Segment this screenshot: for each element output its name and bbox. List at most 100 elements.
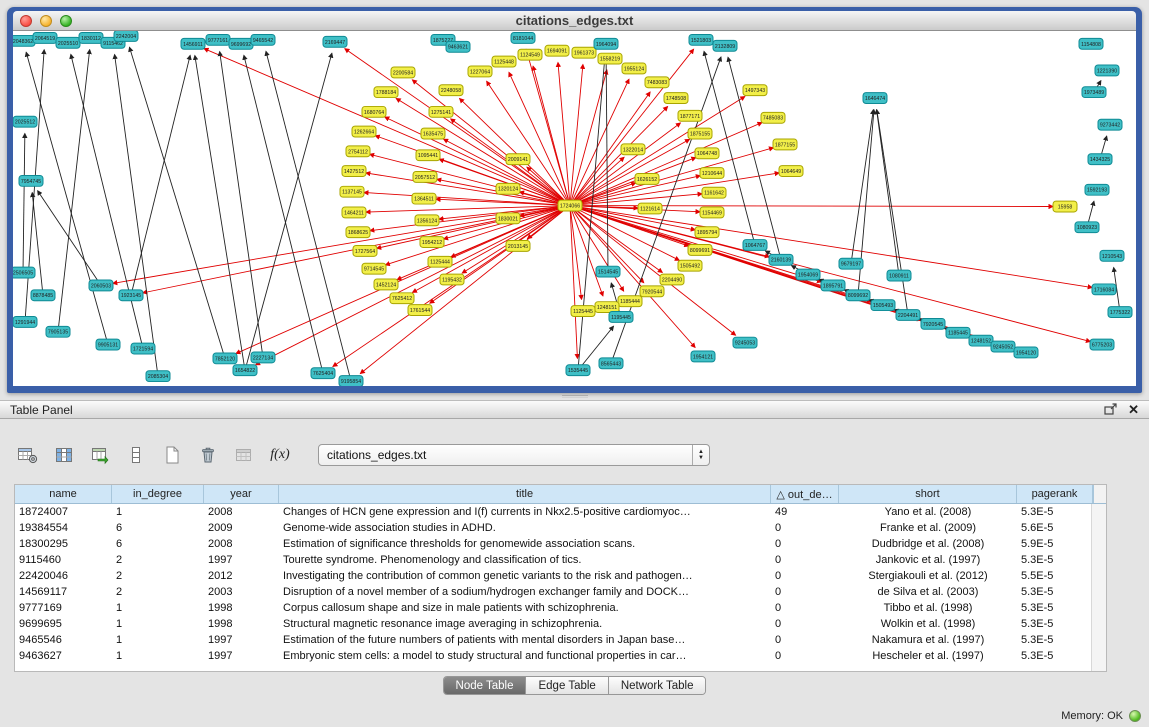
- graph-edge[interactable]: [71, 54, 143, 348]
- graph-node-label: 1124549: [520, 53, 540, 59]
- column-header-out_de[interactable]: △ out_de…: [771, 485, 839, 503]
- table-cell: 2008: [204, 538, 279, 550]
- table-cell: 1: [112, 650, 204, 662]
- graph-node-label: 7483083: [647, 80, 667, 86]
- table-row[interactable]: 1938455462009Genome-wide association stu…: [15, 520, 1106, 536]
- graph-node-label: 2204490: [662, 278, 682, 284]
- table-cell: 9115460: [15, 554, 112, 566]
- graph-edge[interactable]: [220, 52, 263, 358]
- graph-edge[interactable]: [412, 80, 570, 206]
- table-selector-combo[interactable]: citations_edges.txt ▲ ▼: [318, 444, 710, 466]
- table-row[interactable]: 977716911998Corpus callosum shape and si…: [15, 600, 1106, 616]
- column-header-in_degree[interactable]: in_degree: [112, 485, 204, 503]
- graph-node-label: 1788184: [376, 90, 396, 96]
- graph-edge[interactable]: [204, 49, 570, 206]
- table-cell: 0: [771, 522, 839, 534]
- graph-node-label: 1322014: [623, 147, 643, 153]
- delete-table-icon[interactable]: [196, 444, 220, 466]
- graph-node-label: 9245053: [735, 341, 755, 347]
- table-header-row: namein_degreeyeartitle△ out_de…shortpage…: [15, 485, 1106, 504]
- tab-network-table[interactable]: Network Table: [608, 677, 706, 694]
- network-canvas[interactable]: 1724066220058417881841680764126266427541…: [13, 31, 1136, 386]
- memory-status-indicator: [1129, 710, 1141, 722]
- graph-edge[interactable]: [256, 206, 570, 365]
- close-window-button[interactable]: [20, 15, 32, 27]
- new-table-icon[interactable]: [160, 444, 184, 466]
- graph-node-label: 9465542: [253, 38, 273, 44]
- column-header-short[interactable]: short: [839, 485, 1017, 503]
- graph-edge[interactable]: [245, 53, 332, 370]
- table-selector-value: citations_edges.txt: [319, 448, 692, 462]
- table-options-icon[interactable]: [16, 444, 40, 466]
- graph-node-label: 1761544: [410, 308, 430, 314]
- column-header-pagerank[interactable]: pagerank: [1017, 485, 1093, 503]
- show-columns-icon[interactable]: [52, 444, 76, 466]
- panel-splitter[interactable]: [0, 393, 1149, 400]
- graph-node-label: 2009141: [508, 157, 528, 163]
- graph-edge[interactable]: [877, 110, 899, 276]
- close-panel-icon[interactable]: ✕: [1128, 402, 1139, 418]
- column-header-name[interactable]: name: [15, 485, 112, 503]
- graph-edge[interactable]: [570, 206, 662, 273]
- graph-edge[interactable]: [129, 47, 225, 358]
- table-row[interactable]: 1830029562008Estimation of significance …: [15, 536, 1106, 552]
- table-row[interactable]: 2242004622012Investigating the contribut…: [15, 568, 1106, 584]
- graph-edge[interactable]: [266, 51, 351, 381]
- graph-edge[interactable]: [570, 206, 582, 300]
- graph-node-label: 2248058: [441, 88, 461, 94]
- graph-edge[interactable]: [195, 56, 245, 371]
- graph-edge[interactable]: [58, 50, 90, 332]
- table-row[interactable]: 911546021997Tourette syndrome. Phenomeno…: [15, 552, 1106, 568]
- graph-edge[interactable]: [385, 117, 570, 206]
- graph-edge[interactable]: [606, 56, 608, 272]
- table-row[interactable]: 946554611997Estimation of the future num…: [15, 632, 1106, 648]
- column-header-year[interactable]: year: [204, 485, 279, 503]
- graph-edge[interactable]: [131, 55, 190, 295]
- minimize-window-button[interactable]: [40, 15, 52, 27]
- graph-node-label: 1356124: [417, 218, 437, 224]
- graph-node-label: 9463621: [448, 45, 468, 51]
- table-scrollbar[interactable]: [1091, 504, 1106, 671]
- graph-edge[interactable]: [115, 55, 158, 377]
- graph-edge[interactable]: [236, 206, 570, 354]
- network-view-window[interactable]: citations_edges.txt 17240662200584178818…: [7, 7, 1142, 393]
- graph-edge[interactable]: [570, 107, 668, 206]
- graph-node-label: 7852120: [215, 356, 235, 362]
- graph-edge[interactable]: [570, 206, 769, 257]
- function-builder-icon[interactable]: f(x): [268, 444, 292, 466]
- graph-edge[interactable]: [244, 55, 323, 373]
- graph-node-label: 1535445: [568, 368, 588, 374]
- graph-node-label: 1185444: [620, 299, 640, 305]
- graph-edge[interactable]: [851, 110, 873, 264]
- tab-node-table[interactable]: Node Table: [444, 677, 526, 694]
- zoom-window-button[interactable]: [60, 15, 72, 27]
- window-titlebar[interactable]: citations_edges.txt: [13, 11, 1136, 31]
- graph-edge[interactable]: [23, 134, 25, 273]
- table-row[interactable]: 1872400712008Changes of HCN gene express…: [15, 504, 1106, 520]
- graph-edge[interactable]: [570, 206, 1092, 288]
- graph-node-label: 1221390: [1097, 68, 1117, 74]
- table-row[interactable]: 946362711997Embryonic stem cells: a mode…: [15, 648, 1106, 664]
- graph-edge[interactable]: [570, 64, 583, 205]
- graph-edge[interactable]: [345, 49, 570, 206]
- graph-edge[interactable]: [578, 56, 605, 371]
- graph-edge[interactable]: [32, 193, 43, 296]
- table-cell: 6: [112, 538, 204, 550]
- splitter-grip-icon: [562, 395, 588, 398]
- table-row[interactable]: 1456911722003Disruption of a novel membe…: [15, 584, 1106, 600]
- table-cell: 1: [112, 602, 204, 614]
- graph-node-label: 9699692: [231, 42, 251, 48]
- float-panel-icon[interactable]: [1104, 403, 1118, 416]
- graph-edge[interactable]: [570, 206, 577, 359]
- column-header-title[interactable]: title: [279, 485, 771, 503]
- table-row[interactable]: 969969511998Structural magnetic resonanc…: [15, 616, 1106, 632]
- row-height-icon[interactable]: [124, 444, 148, 466]
- table-cell: 0: [771, 586, 839, 598]
- disabled-table-icon[interactable]: [232, 444, 256, 466]
- table-cell: 1997: [204, 650, 279, 662]
- network-canvas-wrap: 1724066220058417881841680764126266427541…: [13, 31, 1136, 386]
- import-table-icon[interactable]: [88, 444, 112, 466]
- tab-edge-table[interactable]: Edge Table: [525, 677, 607, 694]
- graph-edge[interactable]: [877, 110, 908, 315]
- table-cell: Tourette syndrome. Phenomenology and cla…: [279, 554, 771, 566]
